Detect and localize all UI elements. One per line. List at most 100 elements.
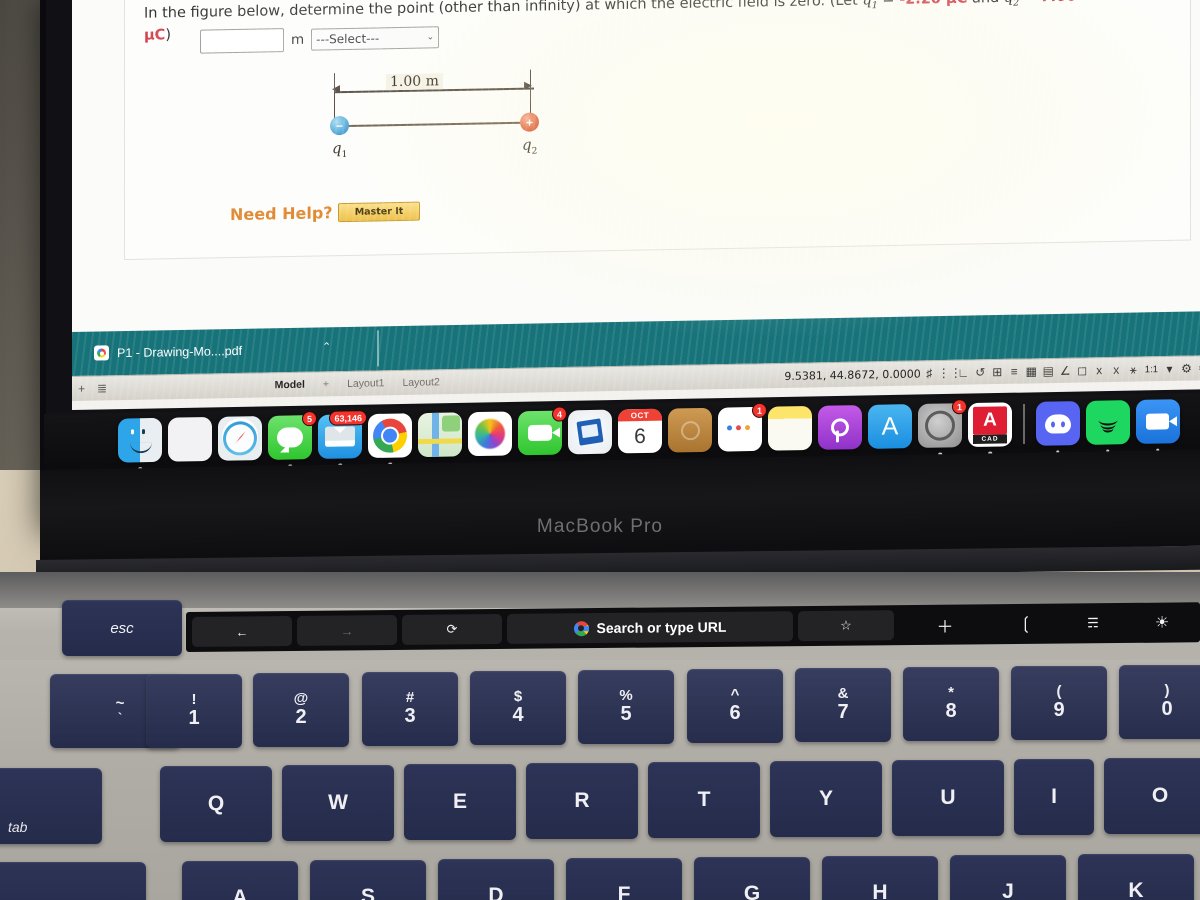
key-4[interactable]: $4	[470, 671, 566, 745]
touchbar-reload-button[interactable]: ⟳	[402, 613, 502, 645]
touchbar-forward-button[interactable]: →	[297, 614, 397, 646]
dock-item-appmail[interactable]	[568, 409, 612, 455]
key-tab[interactable]: tab	[0, 768, 102, 844]
key-2[interactable]: @2	[253, 673, 349, 747]
dock-item-safari[interactable]	[218, 416, 262, 461]
key-A[interactable]: A	[182, 861, 298, 900]
dock-item-calendar[interactable]: OCT 6	[618, 408, 662, 454]
otrack-icon[interactable]: ≡	[1006, 365, 1023, 379]
answer-input[interactable]	[200, 28, 284, 54]
dock-item-discord[interactable]	[1035, 401, 1080, 454]
touchbar-back-button[interactable]: ←	[192, 615, 292, 647]
touchbar-new-tab-button[interactable]: ＋	[899, 609, 991, 640]
dock-item-contacts[interactable]	[668, 407, 712, 453]
need-help-label: Need Help?	[230, 203, 333, 225]
annotation-scale-icon[interactable]: x	[1108, 363, 1125, 377]
question-conjunction: and	[967, 0, 1004, 7]
dock-item-facetime[interactable]: 4	[518, 406, 567, 456]
key-9[interactable]: (9	[1011, 666, 1107, 740]
key-Y[interactable]: Y	[770, 761, 882, 837]
key-H[interactable]: H	[822, 856, 938, 900]
customize-icon[interactable]: ⚙	[1178, 361, 1195, 375]
annotation-visibility-icon[interactable]: x	[1091, 363, 1108, 377]
key-I[interactable]: I	[1014, 759, 1094, 835]
dock-divider	[1023, 404, 1025, 445]
dock-item-podcasts[interactable]	[818, 405, 862, 450]
finder-icon	[131, 429, 134, 435]
key-5[interactable]: % 5	[578, 670, 674, 744]
key-T[interactable]: T	[648, 762, 760, 838]
polar-icon[interactable]: ↺	[972, 365, 989, 379]
key-S[interactable]: S	[310, 860, 426, 900]
dock-item-system-preferences[interactable]: 1	[918, 399, 967, 456]
snap-icon[interactable]: ⋮⋮	[938, 366, 962, 380]
dock-item-chrome[interactable]	[368, 413, 412, 466]
facetime-badge: 4	[551, 406, 567, 422]
direction-select[interactable]: ---Select--- ⌄	[311, 26, 440, 51]
key-W[interactable]: W	[282, 765, 394, 841]
siri-icon[interactable]: ☴	[1061, 608, 1125, 639]
isodraft-icon[interactable]: ◻	[1074, 363, 1091, 377]
annotation-scale-value[interactable]: 1:1	[1142, 364, 1161, 375]
layout-add-button[interactable]: +	[314, 378, 338, 390]
workspace-icon[interactable]: ⚹	[1125, 362, 1142, 377]
key-J[interactable]: J	[950, 855, 1066, 900]
dock-item-maps[interactable]	[418, 412, 462, 458]
key-3[interactable]: #3	[362, 672, 458, 746]
touchbar-bookmark-button[interactable]: ☆	[798, 610, 894, 642]
dock-item-reminders[interactable]: 1	[718, 402, 767, 452]
keyboard: esc ~ ` ! 1 @2 #3 $4 % 5 ^ 6 & 7 * 8 (9…	[0, 600, 1200, 900]
touchbar-brightness-button[interactable]: ☀	[1130, 607, 1194, 638]
dock-item-appstore[interactable]: A	[868, 404, 912, 449]
key-1[interactable]: ! 1	[146, 674, 242, 748]
download-item[interactable]: P1 - Drawing-Mo....pdf	[86, 334, 308, 369]
question-text-tail: )	[165, 26, 171, 43]
osnap-icon[interactable]: ⊞	[989, 365, 1006, 379]
transparency-icon[interactable]: ▤	[1040, 364, 1057, 378]
scale-chevron-icon[interactable]: ▾	[1161, 362, 1178, 376]
dock-item-finder[interactable]	[118, 417, 162, 471]
key-esc[interactable]: esc	[62, 600, 182, 656]
dock-item-notes[interactable]	[768, 405, 812, 451]
dock-item-zoom[interactable]	[1135, 399, 1180, 452]
touchbar-url-field[interactable]: Search or type URL	[507, 611, 793, 644]
q2-symbol: q2	[1004, 0, 1020, 9]
key-6[interactable]: ^ 6	[687, 669, 783, 743]
layout-tab-layout1[interactable]: Layout1	[338, 377, 393, 390]
plus-icon[interactable]: +	[72, 382, 91, 396]
grid-icon[interactable]: ♯	[921, 366, 938, 380]
touchbar-bracket-icon[interactable]: ❲	[996, 609, 1056, 640]
key-capslock[interactable]	[0, 862, 146, 900]
key-R[interactable]: R	[526, 763, 638, 839]
key-U[interactable]: U	[892, 760, 1004, 836]
annotation-icon[interactable]: ∠	[1057, 364, 1074, 378]
key-8[interactable]: * 8	[903, 667, 999, 741]
layout-tab-model[interactable]: Model	[266, 379, 314, 392]
key-7[interactable]: & 7	[795, 668, 891, 742]
key-D[interactable]: D	[438, 859, 554, 900]
menu-icon[interactable]: ≣	[91, 381, 113, 395]
key-O[interactable]: O	[1104, 758, 1200, 834]
physics-figure: 1.00 m − + q1 q2	[318, 59, 568, 164]
dock-item-messages[interactable]: 5	[268, 410, 317, 468]
key-K[interactable]: K	[1078, 854, 1194, 900]
dock-item-autocad[interactable]: A CAD	[968, 402, 1012, 455]
dock-item-photos[interactable]	[468, 411, 512, 457]
key-E[interactable]: E	[404, 764, 516, 840]
dock-item-mail[interactable]: 63,146	[318, 410, 367, 467]
key-F[interactable]: F	[566, 858, 682, 900]
master-it-button[interactable]: Master It	[338, 201, 420, 223]
q2-equals: =	[1019, 0, 1040, 6]
settings-icon[interactable]: ⚙	[1195, 361, 1200, 375]
download-chevron-up-icon[interactable]: ⌃	[322, 340, 331, 353]
dock-item-launchpad[interactable]	[168, 416, 212, 462]
podcasts-icon	[831, 418, 849, 437]
calendar-month-label: OCT	[618, 408, 662, 422]
lineweight-icon[interactable]: ▦	[1023, 364, 1040, 378]
dock-item-spotify[interactable]	[1085, 400, 1130, 453]
key-G[interactable]: G	[694, 857, 810, 900]
ortho-icon[interactable]: ∟	[955, 366, 972, 380]
key-0[interactable]: ) 0	[1119, 665, 1200, 739]
key-Q[interactable]: Q	[160, 766, 272, 842]
layout-tab-layout2[interactable]: Layout2	[393, 376, 448, 389]
